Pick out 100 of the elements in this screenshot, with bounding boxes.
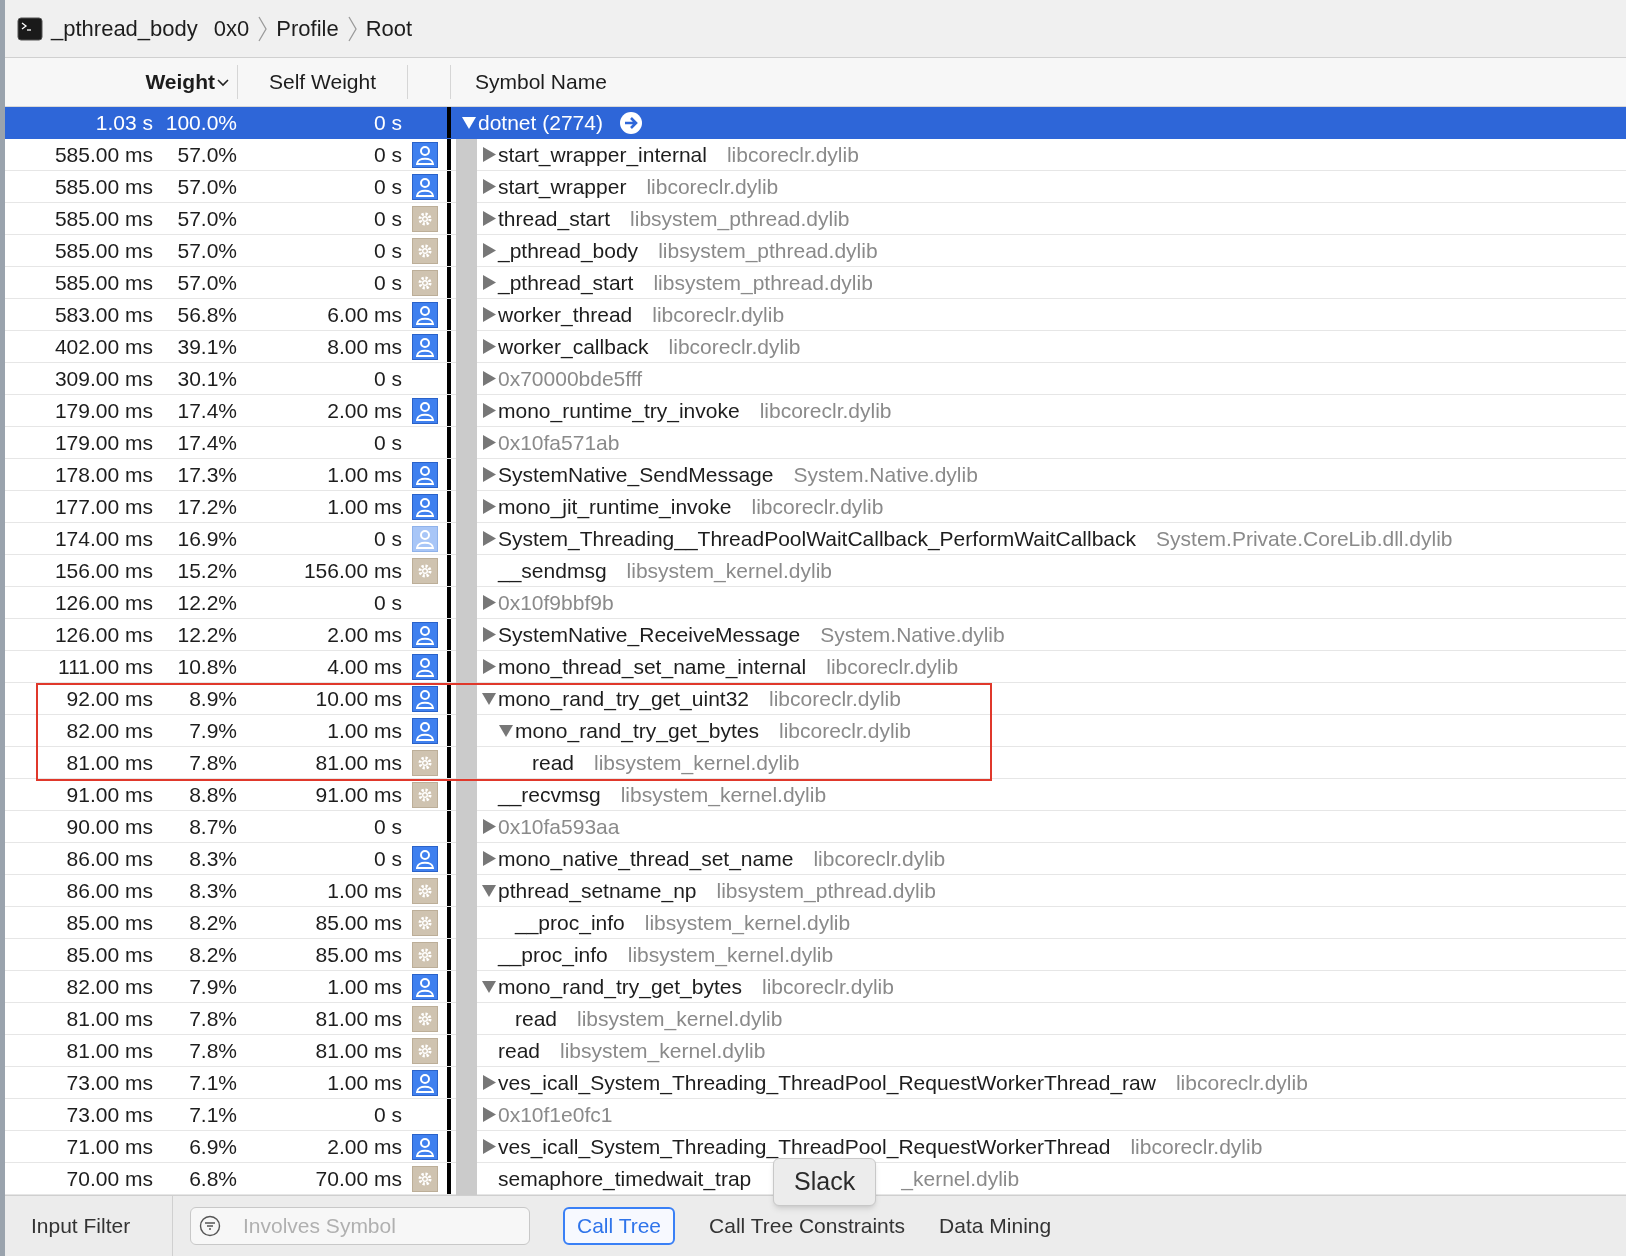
weight-cell-text: 82.00 ms — [65, 717, 153, 744]
weight-cell-text: 81.00 ms — [65, 1037, 153, 1064]
search-field[interactable]: Involves Symbol — [190, 1207, 530, 1245]
tree-row[interactable]: 585.00 ms 57.0% 0 s _pthread_body libsystem_pthread.dylib — [5, 235, 1626, 267]
percent-cell-text: 57.0% — [176, 141, 237, 168]
tree-row[interactable]: 309.00 ms 30.1% 0 s 0x70000bde5fff — [5, 363, 1626, 395]
library-name: libcoreclr.dylib — [1130, 1133, 1263, 1160]
tree-row[interactable]: 90.00 ms 8.7% 0 s 0x10fa593aa — [5, 811, 1626, 843]
collapsed-triangle-icon[interactable] — [481, 177, 498, 196]
symbol-name: 0x10f9bbf9b — [498, 589, 614, 616]
tree-row[interactable]: 585.00 ms 57.0% 0 s start_wrapper libcoreclr.dylib — [5, 171, 1626, 203]
percent-cell-text: 6.9% — [188, 1133, 237, 1160]
library-name: libcoreclr.dylib — [769, 685, 901, 712]
collapsed-triangle-icon[interactable] — [481, 1073, 498, 1092]
collapsed-triangle-icon[interactable] — [481, 305, 498, 324]
self-weight-cell-text: 0 s — [373, 109, 402, 136]
weight-cell-text: 585.00 ms — [53, 173, 153, 200]
column-header[interactable]: Self Weight — [269, 66, 376, 98]
collapsed-triangle-icon[interactable] — [481, 337, 498, 356]
view-tab[interactable]: Call Tree Constraints — [709, 1207, 906, 1245]
collapsed-triangle-icon[interactable] — [481, 657, 498, 676]
collapsed-triangle-icon[interactable] — [481, 465, 498, 484]
self-weight-cell-text: 85.00 ms — [314, 909, 402, 936]
tree-row[interactable]: 179.00 ms 17.4% 0 s 0x10fa571ab — [5, 427, 1626, 459]
tree-row[interactable]: 86.00 ms 8.3% 1.00 ms pthread_setname_np libsystem_pthread.dylib — [5, 875, 1626, 907]
column-header[interactable]: Symbol Name — [475, 66, 607, 98]
tree-row[interactable]: 81.00 ms 7.8% 81.00 ms read libsystem_kernel.dylib — [5, 1003, 1626, 1035]
library-name: libsystem_pthread.dylib — [716, 877, 936, 905]
collapsed-triangle-icon[interactable] — [481, 273, 498, 292]
tree-row[interactable]: 179.00 ms 17.4% 2.00 ms mono_runtime_try_invoke libcoreclr.dylib — [5, 395, 1626, 427]
symbol-name: read — [498, 1037, 541, 1064]
tree-row[interactable]: 178.00 ms 17.3% 1.00 ms SystemNative_SendMessage System.Native.dylib — [5, 459, 1626, 491]
collapsed-triangle-icon[interactable] — [481, 1137, 498, 1156]
weight-cell-text: 73.00 ms — [65, 1101, 153, 1128]
tree-row[interactable]: 156.00 ms 15.2% 156.00 ms __sendmsg libsystem_kernel.dylib — [5, 555, 1626, 587]
symbol-name: ves_icall_System_Threading_ThreadPool_RequestWorkerThread — [498, 1133, 1111, 1161]
symbol-name: mono_native_thread_set_name — [498, 845, 794, 873]
self-weight-cell-text: 6.00 ms — [326, 301, 402, 328]
percent-cell-text: 16.9% — [176, 525, 237, 552]
tree-row[interactable]: 1.03 s 100.0% 0 s dotnet (2774) — [5, 107, 1626, 139]
library-name: libcoreclr.dylib — [759, 397, 892, 424]
tree-row[interactable]: 85.00 ms 8.2% 85.00 ms __proc_info libsystem_kernel.dylib — [5, 907, 1626, 939]
breadcrumb-item[interactable]: Root — [365, 12, 413, 45]
tree-row[interactable]: 174.00 ms 16.9% 0 s System_Threading__ThreadPoolWaitCallback_PerformWaitCallback System.Private.CoreLib.dll.dylib — [5, 523, 1626, 555]
percent-cell-text: 6.8% — [188, 1165, 237, 1192]
weight-cell-text: 177.00 ms — [53, 493, 153, 520]
library-name: libcoreclr.dylib — [813, 845, 946, 872]
percent-cell-text: 57.0% — [176, 269, 237, 296]
percent-cell-text: 8.2% — [188, 909, 237, 936]
collapsed-triangle-icon[interactable] — [481, 241, 498, 260]
tree-row[interactable]: 585.00 ms 57.0% 0 s start_wrapper_internal libcoreclr.dylib — [5, 139, 1626, 171]
self-weight-cell-text: 1.00 ms — [326, 1069, 402, 1096]
collapsed-triangle-icon[interactable] — [481, 433, 498, 452]
tree-row[interactable]: 585.00 ms 57.0% 0 s _pthread_start libsystem_pthread.dylib — [5, 267, 1626, 299]
tree-row[interactable]: 85.00 ms 8.2% 85.00 ms __proc_info libsystem_kernel.dylib — [5, 939, 1626, 971]
tree-row[interactable]: 92.00 ms 8.9% 10.00 ms mono_rand_try_get_uint32 libcoreclr.dylib — [5, 683, 1626, 715]
collapsed-triangle-icon[interactable] — [481, 593, 498, 612]
weight-cell-text: 86.00 ms — [65, 877, 153, 904]
tree-row[interactable]: 583.00 ms 56.8% 6.00 ms worker_thread libcoreclr.dylib — [5, 299, 1626, 331]
tree-row[interactable]: 402.00 ms 39.1% 8.00 ms worker_callback libcoreclr.dylib — [5, 331, 1626, 363]
tree-row[interactable]: 126.00 ms 12.2% 0 s 0x10f9bbf9b — [5, 587, 1626, 619]
collapsed-triangle-icon[interactable] — [481, 369, 498, 388]
symbol-name: start_wrapper — [498, 173, 627, 201]
symbol-name: System_Threading__ThreadPoolWaitCallback_PerformWaitCallback — [498, 525, 1137, 553]
collapsed-triangle-icon[interactable] — [481, 529, 498, 548]
tree-row[interactable]: 82.00 ms 7.9% 1.00 ms mono_rand_try_get_bytes libcoreclr.dylib — [5, 715, 1626, 747]
breadcrumb-item[interactable]: _pthread_body — [51, 12, 198, 45]
breadcrumb-item[interactable]: Profile — [276, 12, 339, 45]
percent-cell-text: 7.8% — [188, 749, 237, 776]
weight-cell-text: 402.00 ms — [53, 333, 153, 360]
weight-cell-text: 126.00 ms — [53, 589, 153, 616]
collapsed-triangle-icon[interactable] — [481, 145, 498, 164]
tree-row[interactable]: 86.00 ms 8.3% 0 s mono_native_thread_set_name libcoreclr.dylib — [5, 843, 1626, 875]
view-tab[interactable]: Data Mining — [939, 1207, 1052, 1245]
tree-row[interactable]: 82.00 ms 7.9% 1.00 ms mono_rand_try_get_bytes libcoreclr.dylib — [5, 971, 1626, 1003]
collapsed-triangle-icon[interactable] — [481, 497, 498, 516]
collapsed-triangle-icon[interactable] — [481, 817, 498, 836]
collapsed-triangle-icon[interactable] — [481, 209, 498, 228]
tree-row[interactable]: 73.00 ms 7.1% 0 s 0x10f1e0fc1 — [5, 1099, 1626, 1131]
tree-row[interactable]: 91.00 ms 8.8% 91.00 ms __recvmsg libsystem_kernel.dylib — [5, 779, 1626, 811]
weight-cell-text: 156.00 ms — [53, 557, 153, 584]
tree-row[interactable]: 585.00 ms 57.0% 0 s thread_start libsystem_pthread.dylib — [5, 203, 1626, 235]
view-tab[interactable]: Call Tree — [563, 1207, 676, 1245]
library-name: libsystem_kernel.dylib — [627, 941, 834, 969]
collapsed-triangle-icon[interactable] — [481, 1105, 498, 1124]
tree-row[interactable]: 177.00 ms 17.2% 1.00 ms mono_jit_runtime_invoke libcoreclr.dylib — [5, 491, 1626, 523]
tree-row[interactable]: 126.00 ms 12.2% 2.00 ms SystemNative_ReceiveMessage System.Native.dylib — [5, 619, 1626, 651]
symbol-name: __sendmsg — [498, 557, 607, 585]
tree-row[interactable]: 81.00 ms 7.8% 81.00 ms read libsystem_kernel.dylib — [5, 747, 1626, 779]
percent-cell-text: 12.2% — [176, 589, 237, 616]
self-weight-cell-text: 1.00 ms — [326, 973, 402, 1000]
tree-row[interactable]: 111.00 ms 10.8% 4.00 ms mono_thread_set_name_internal libcoreclr.dylib — [5, 651, 1626, 683]
library-name: libcoreclr.dylib — [646, 173, 779, 200]
tree-row[interactable]: 73.00 ms 7.1% 1.00 ms ves_icall_System_Threading_ThreadPool_RequestWorkerThread_raw libcoreclr.dylib — [5, 1067, 1626, 1099]
collapsed-triangle-icon[interactable] — [481, 625, 498, 644]
library-name: libsystem_kernel.dylib — [577, 1005, 783, 1033]
collapsed-triangle-icon[interactable] — [481, 401, 498, 420]
collapsed-triangle-icon[interactable] — [481, 849, 498, 868]
column-header[interactable]: Weight — [145, 66, 229, 98]
tree-row[interactable]: 81.00 ms 7.8% 81.00 ms read libsystem_kernel.dylib — [5, 1035, 1626, 1067]
